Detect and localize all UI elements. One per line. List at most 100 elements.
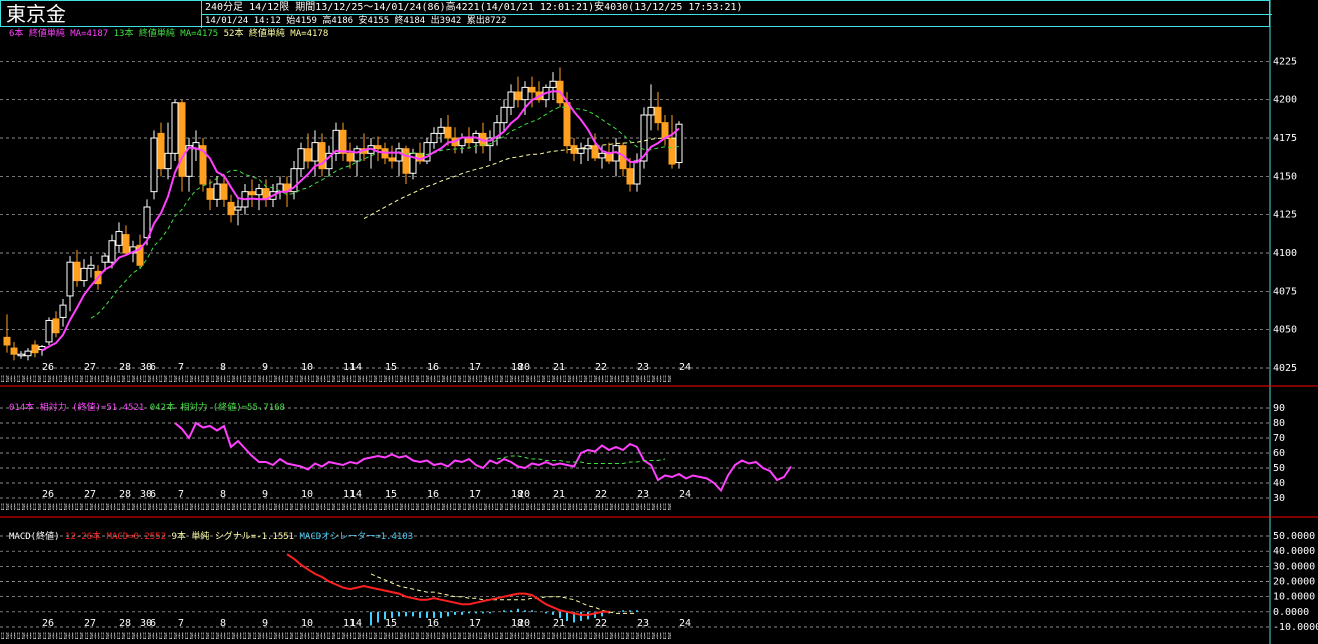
- candle-body: [80, 267, 88, 282]
- price-date-label: 20: [518, 362, 530, 373]
- price-ytick-label: 4225: [1273, 56, 1297, 67]
- candle-body: [465, 137, 473, 144]
- rsi-date-label: 9: [262, 489, 268, 500]
- macd-session-label: 12 20 0 8 12 20 0 8 12 20: [85, 632, 125, 642]
- macd-session-label: 12 20 0 8 12 20 0 8 12 20: [631, 632, 671, 642]
- candle-body: [248, 191, 256, 196]
- price-ytick-label: 4025: [1273, 363, 1297, 374]
- price-ytick-label: 4175: [1273, 133, 1297, 144]
- candle-body: [500, 106, 508, 124]
- price-date-label: 24: [679, 362, 691, 373]
- macd-date-label: 23: [637, 618, 649, 629]
- price-session-label: 12 20 0 8 12 20 0 8 12 20: [589, 375, 629, 385]
- macd-session-label: 12 20 0 8 12 20 0 8 12 20: [589, 632, 629, 642]
- rsi-session-label: 12 20 0 8 12 20 0 8 12 20: [127, 503, 167, 513]
- rsi-session-label: 12 20 0 8 12 20 0 8 12 20: [43, 503, 83, 513]
- rsi-session-label: 12 20 0 8 12 20 0 8 12 20: [463, 503, 503, 513]
- rsi-session-label: 12 20 0 8 12 20 0 8 12 20: [253, 503, 293, 513]
- candle-body: [444, 126, 452, 139]
- macd-date-label: 26: [42, 618, 54, 629]
- macd-session-label: 12 20 0 8 12 20 0 8 12 20: [463, 632, 503, 642]
- rsi-ytick-label: 70: [1273, 433, 1285, 444]
- price-session-label: 12 20 0 8 12 20 0 8 12 20: [337, 375, 377, 385]
- rsi-session-label: 12 20 0 8 12 20 0 8 12 20: [505, 503, 545, 513]
- price-date-label: 27: [84, 362, 96, 373]
- rsi-date-label: 23: [637, 489, 649, 500]
- macd-date-label: 15: [385, 618, 397, 629]
- rsi14-line: [174, 421, 792, 493]
- candle-body: [437, 126, 445, 134]
- price-session-label: 12 20 0 8 12 20 0 8 12 20: [43, 375, 83, 385]
- price-ytick-label: 4075: [1273, 286, 1297, 297]
- rsi-session-label: 12 20 0 8 12 20 0 8 12 20: [589, 503, 629, 513]
- candle-body: [66, 261, 74, 297]
- macd-session-label: 12 20 0 8 12 20 0 8 12 20: [211, 632, 251, 642]
- macd-session-label: 12 20 0 8 12 20 0 8 12 20: [169, 632, 209, 642]
- price-date-label: 22: [595, 362, 607, 373]
- price-date-label: 7: [178, 362, 184, 373]
- candle-body: [528, 86, 536, 93]
- rsi-ytick-label: 60: [1273, 448, 1285, 459]
- price-session-label: 12 20 0 8 12 20 0 8 12 20: [211, 375, 251, 385]
- rsi-ytick-label: 30: [1273, 493, 1285, 504]
- macd-date-label: 28: [119, 618, 131, 629]
- candle-body: [549, 80, 557, 88]
- price-ytick-label: 4050: [1273, 325, 1297, 336]
- candle-body: [234, 206, 242, 211]
- candle-body: [668, 137, 676, 165]
- price-date-label: 23: [637, 362, 649, 373]
- macd-session-label: 12 20 0 8 12 20 0 8 12 20: [547, 632, 587, 642]
- macd-ytick-label: 10.0000: [1273, 592, 1315, 603]
- rsi-date-label: 8: [220, 489, 226, 500]
- candle-body: [122, 234, 130, 254]
- rsi-session-label: 12 20 0 8 12 20 0 8 12 20: [169, 503, 209, 513]
- rsi-date-label: 24: [679, 489, 691, 500]
- candle-body: [647, 106, 655, 116]
- rsi-date-label: 14: [350, 489, 362, 500]
- candle-body: [101, 255, 109, 263]
- rsi-ytick-label: 90: [1273, 403, 1285, 414]
- macd-session-label: 12 20 0 8 12 20 0 8 12 20: [295, 632, 335, 642]
- candle-body: [87, 264, 95, 269]
- candle-body: [31, 344, 39, 354]
- candle-body: [577, 148, 585, 154]
- candle-body: [570, 145, 578, 154]
- rsi-session-label: 12 20 0 8 12 20 0 8 12 20: [85, 503, 125, 513]
- macd-ytick-label: 40.0000: [1273, 546, 1315, 557]
- price-session-label: 12 20 0 8 12 20 0 8 12 20: [253, 375, 293, 385]
- candle-body: [178, 102, 186, 177]
- macd-ytick-label: -10.0000: [1273, 622, 1318, 633]
- price-session-label: 12 20 0 8 12 20 0 8 12 20: [85, 375, 125, 385]
- macd-ytick-label: 0.0000: [1273, 607, 1309, 618]
- macd-date-label: 27: [84, 618, 96, 629]
- candle-body: [24, 350, 32, 357]
- macd-line: [286, 553, 609, 616]
- macd-date-label: 6: [150, 618, 156, 629]
- chart-canvas[interactable]: 4225420041754150412541004075405040259080…: [0, 0, 1318, 644]
- rsi-date-label: 6: [150, 489, 156, 500]
- rsi-session-label: 12 20 0 8 12 20 0 8 12 20: [337, 503, 377, 513]
- price-session-label: 12 20 0 8 12 20 0 8 12 20: [421, 375, 461, 385]
- macd-session-label: 12 20 0 8 12 20 0 8 12 20: [253, 632, 293, 642]
- candle-body: [297, 148, 305, 170]
- price-date-label: 16: [427, 362, 439, 373]
- macd-session-label: 12 20 0 8 12 20 0 8 12 20: [43, 632, 83, 642]
- candle-body: [52, 318, 60, 334]
- price-session-label: 12 20 0 8 12 20 0 8 12 20: [169, 375, 209, 385]
- rsi-ytick-label: 50: [1273, 463, 1285, 474]
- candle-body: [10, 347, 18, 355]
- price-date-label: 10: [301, 362, 313, 373]
- macd-date-label: 14: [350, 618, 362, 629]
- macd-signal-line: [370, 573, 637, 614]
- rsi-date-label: 16: [427, 489, 439, 500]
- candle-body: [661, 122, 669, 139]
- rsi-date-label: 15: [385, 489, 397, 500]
- candle-body: [507, 91, 515, 108]
- macd-session-label: 12 20 0 8 12 20 0 8 12 20: [421, 632, 461, 642]
- price-ytick-label: 4200: [1273, 95, 1297, 106]
- candle-body: [171, 102, 179, 154]
- macd-session-label: 12 20 0 8 12 20 0 8 12 20: [337, 632, 377, 642]
- rsi-date-label: 21: [553, 489, 565, 500]
- candle-body: [395, 148, 403, 162]
- macd-date-label: 20: [518, 618, 530, 629]
